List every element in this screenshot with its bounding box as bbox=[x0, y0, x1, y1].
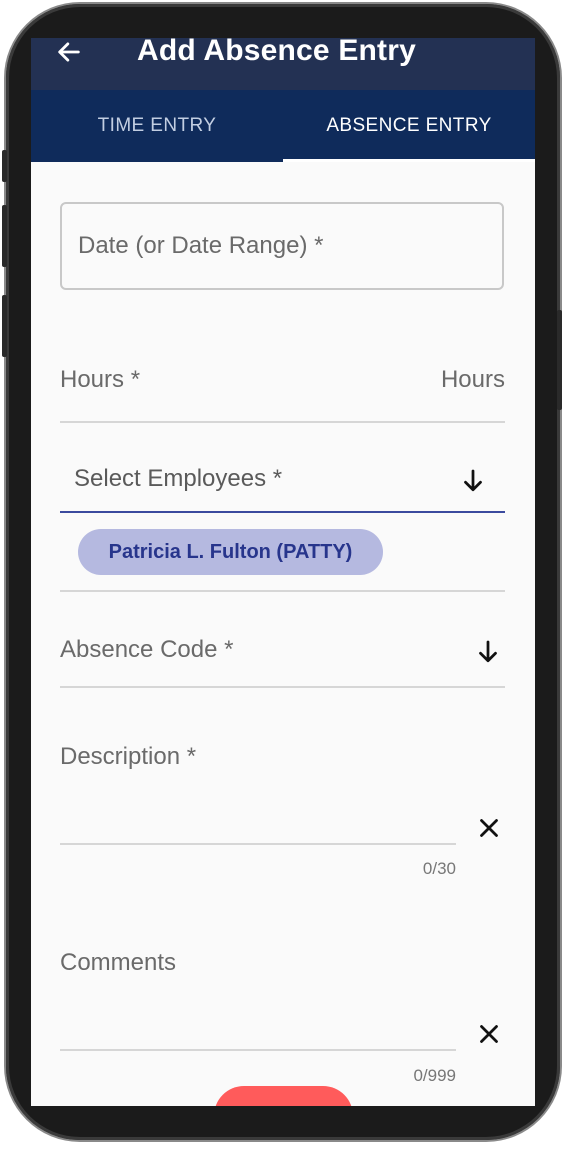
app-screen: Add Absence Entry TIME ENTRY ABSENCE ENT… bbox=[31, 38, 535, 1106]
absence-code-input[interactable] bbox=[60, 686, 505, 688]
comments-input[interactable] bbox=[60, 1049, 456, 1051]
description-counter: 0/30 bbox=[422, 859, 456, 878]
phone-side-button bbox=[2, 295, 7, 357]
phone-side-button bbox=[2, 205, 7, 267]
arrow-down-icon[interactable] bbox=[473, 637, 503, 667]
arrow-down-icon[interactable] bbox=[458, 466, 488, 496]
date-field[interactable]: Date (or Date Range) * bbox=[60, 202, 504, 290]
arrow-left-icon[interactable] bbox=[55, 38, 83, 66]
submit-button[interactable] bbox=[214, 1086, 353, 1106]
tab-time-entry[interactable]: TIME ENTRY bbox=[31, 90, 283, 162]
comments-counter: 0/999 bbox=[413, 1066, 456, 1085]
employee-chip[interactable]: Patricia L. Fulton (PATTY) bbox=[78, 529, 383, 575]
select-employees-label: Select Employees * bbox=[74, 465, 283, 492]
phone-side-button bbox=[557, 310, 562, 410]
description-label: Description * bbox=[60, 743, 197, 770]
description-input[interactable] bbox=[60, 843, 456, 845]
hours-field-label: Hours * bbox=[60, 366, 141, 393]
hours-suffix: Hours bbox=[440, 366, 505, 393]
select-employees-input[interactable] bbox=[60, 511, 505, 513]
date-field-label: Date (or Date Range) * bbox=[78, 232, 324, 259]
tab-bar: TIME ENTRY ABSENCE ENTRY bbox=[31, 90, 535, 162]
tab-absence-entry[interactable]: ABSENCE ENTRY bbox=[283, 90, 535, 162]
hours-input[interactable] bbox=[60, 421, 505, 423]
absence-code-label: Absence Code * bbox=[60, 636, 234, 663]
tab-selected-indicator bbox=[283, 159, 535, 162]
phone-side-button bbox=[2, 150, 7, 182]
app-bar: Add Absence Entry bbox=[31, 38, 535, 90]
close-icon[interactable] bbox=[474, 813, 504, 843]
comments-label: Comments bbox=[60, 949, 177, 976]
close-icon[interactable] bbox=[474, 1019, 504, 1049]
page-title: Add Absence Entry bbox=[137, 38, 417, 67]
employees-divider bbox=[60, 590, 505, 592]
